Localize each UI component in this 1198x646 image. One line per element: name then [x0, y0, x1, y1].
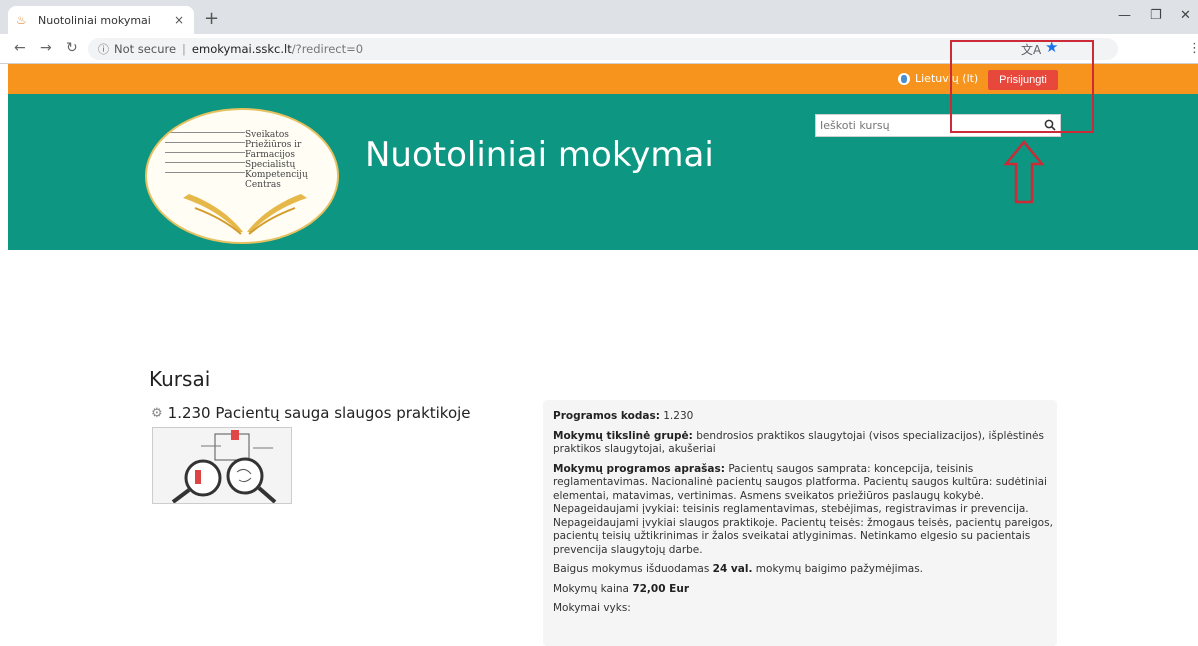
certificate-info: Baigus mokymus išduodamas 24 val. mokymų… [553, 563, 923, 575]
info-icon[interactable]: ⓘ [98, 41, 109, 57]
translate-icon[interactable]: 文A [1021, 41, 1041, 58]
back-icon[interactable]: ← [14, 40, 26, 56]
target-group: Mokymų tikslinė grupė: bendrosios prakti… [553, 429, 1044, 456]
security-label: Not secure [114, 42, 177, 56]
minimize-icon[interactable]: — [1118, 8, 1131, 23]
search-input[interactable] [815, 114, 1061, 137]
course-description: Programos kodas: 1.230 Mokymų tikslinė g… [553, 410, 1053, 622]
site-favicon-icon: ♨ [16, 13, 27, 27]
url-path: /?redirect=0 [291, 42, 364, 56]
reload-icon[interactable]: ↻ [66, 40, 78, 56]
tab-close-icon[interactable]: × [172, 13, 186, 27]
venue-label: Mokymai vyks: [553, 602, 631, 614]
site-title: Nuotoliniai mokymai [365, 135, 714, 175]
globe-icon [898, 72, 910, 85]
logo-lines [165, 132, 245, 182]
forward-icon[interactable]: → [40, 40, 52, 56]
url-field[interactable]: ⓘ Not secure | emokymai.sskc.lt/?redirec… [88, 38, 1118, 60]
login-button[interactable]: Prisijungti [988, 70, 1058, 90]
section-title: Kursai [149, 367, 211, 391]
url-separator: | [182, 42, 186, 56]
close-window-icon[interactable]: ✕ [1180, 8, 1191, 23]
tab-title: Nuotoliniai mokymai [38, 13, 151, 27]
browser-menu-icon[interactable]: ⋮ [1188, 41, 1198, 56]
course-title-link[interactable]: ⚙ 1.230 Pacientų sauga slaugos praktikoj… [151, 404, 471, 422]
new-tab-button[interactable]: + [204, 8, 219, 29]
gears-icon: ⚙ [151, 405, 163, 421]
language-selector[interactable]: Lietuvių (lt) [898, 72, 978, 85]
url-text: emokymai.sskc.lt/?redirect=0 [192, 42, 363, 56]
course-image[interactable] [152, 427, 292, 504]
maximize-icon[interactable]: ❐ [1150, 8, 1162, 23]
logo-text: Sveikatos Priežiūros ir Farmacijos Speci… [245, 130, 308, 190]
site-logo[interactable]: Sveikatos Priežiūros ir Farmacijos Speci… [145, 108, 339, 244]
course-title: 1.230 Pacientų sauga slaugos praktikoje [167, 404, 471, 422]
address-bar-row: ← → ↻ ⓘ Not secure | emokymai.sskc.lt/?r… [0, 34, 1198, 64]
browser-tab[interactable]: ♨ Nuotoliniai mokymai × [8, 6, 194, 34]
browser-tab-bar: ♨ Nuotoliniai mokymai × + — ❐ ✕ [0, 0, 1198, 34]
program-code: Programos kodas: 1.230 [553, 410, 694, 422]
annotation-up-arrow-icon [1004, 140, 1044, 204]
program-description: Mokymų programos aprašas: Pacientų saugo… [553, 462, 1053, 556]
bookmark-star-icon[interactable]: ★ [1045, 38, 1058, 56]
search-icon[interactable] [1041, 116, 1059, 134]
hands-icon [183, 194, 307, 235]
language-label: Lietuvių (lt) [915, 72, 979, 85]
url-host: emokymai.sskc.lt [191, 42, 292, 56]
course-price: Mokymų kaina 72,00 Eur [553, 582, 690, 595]
